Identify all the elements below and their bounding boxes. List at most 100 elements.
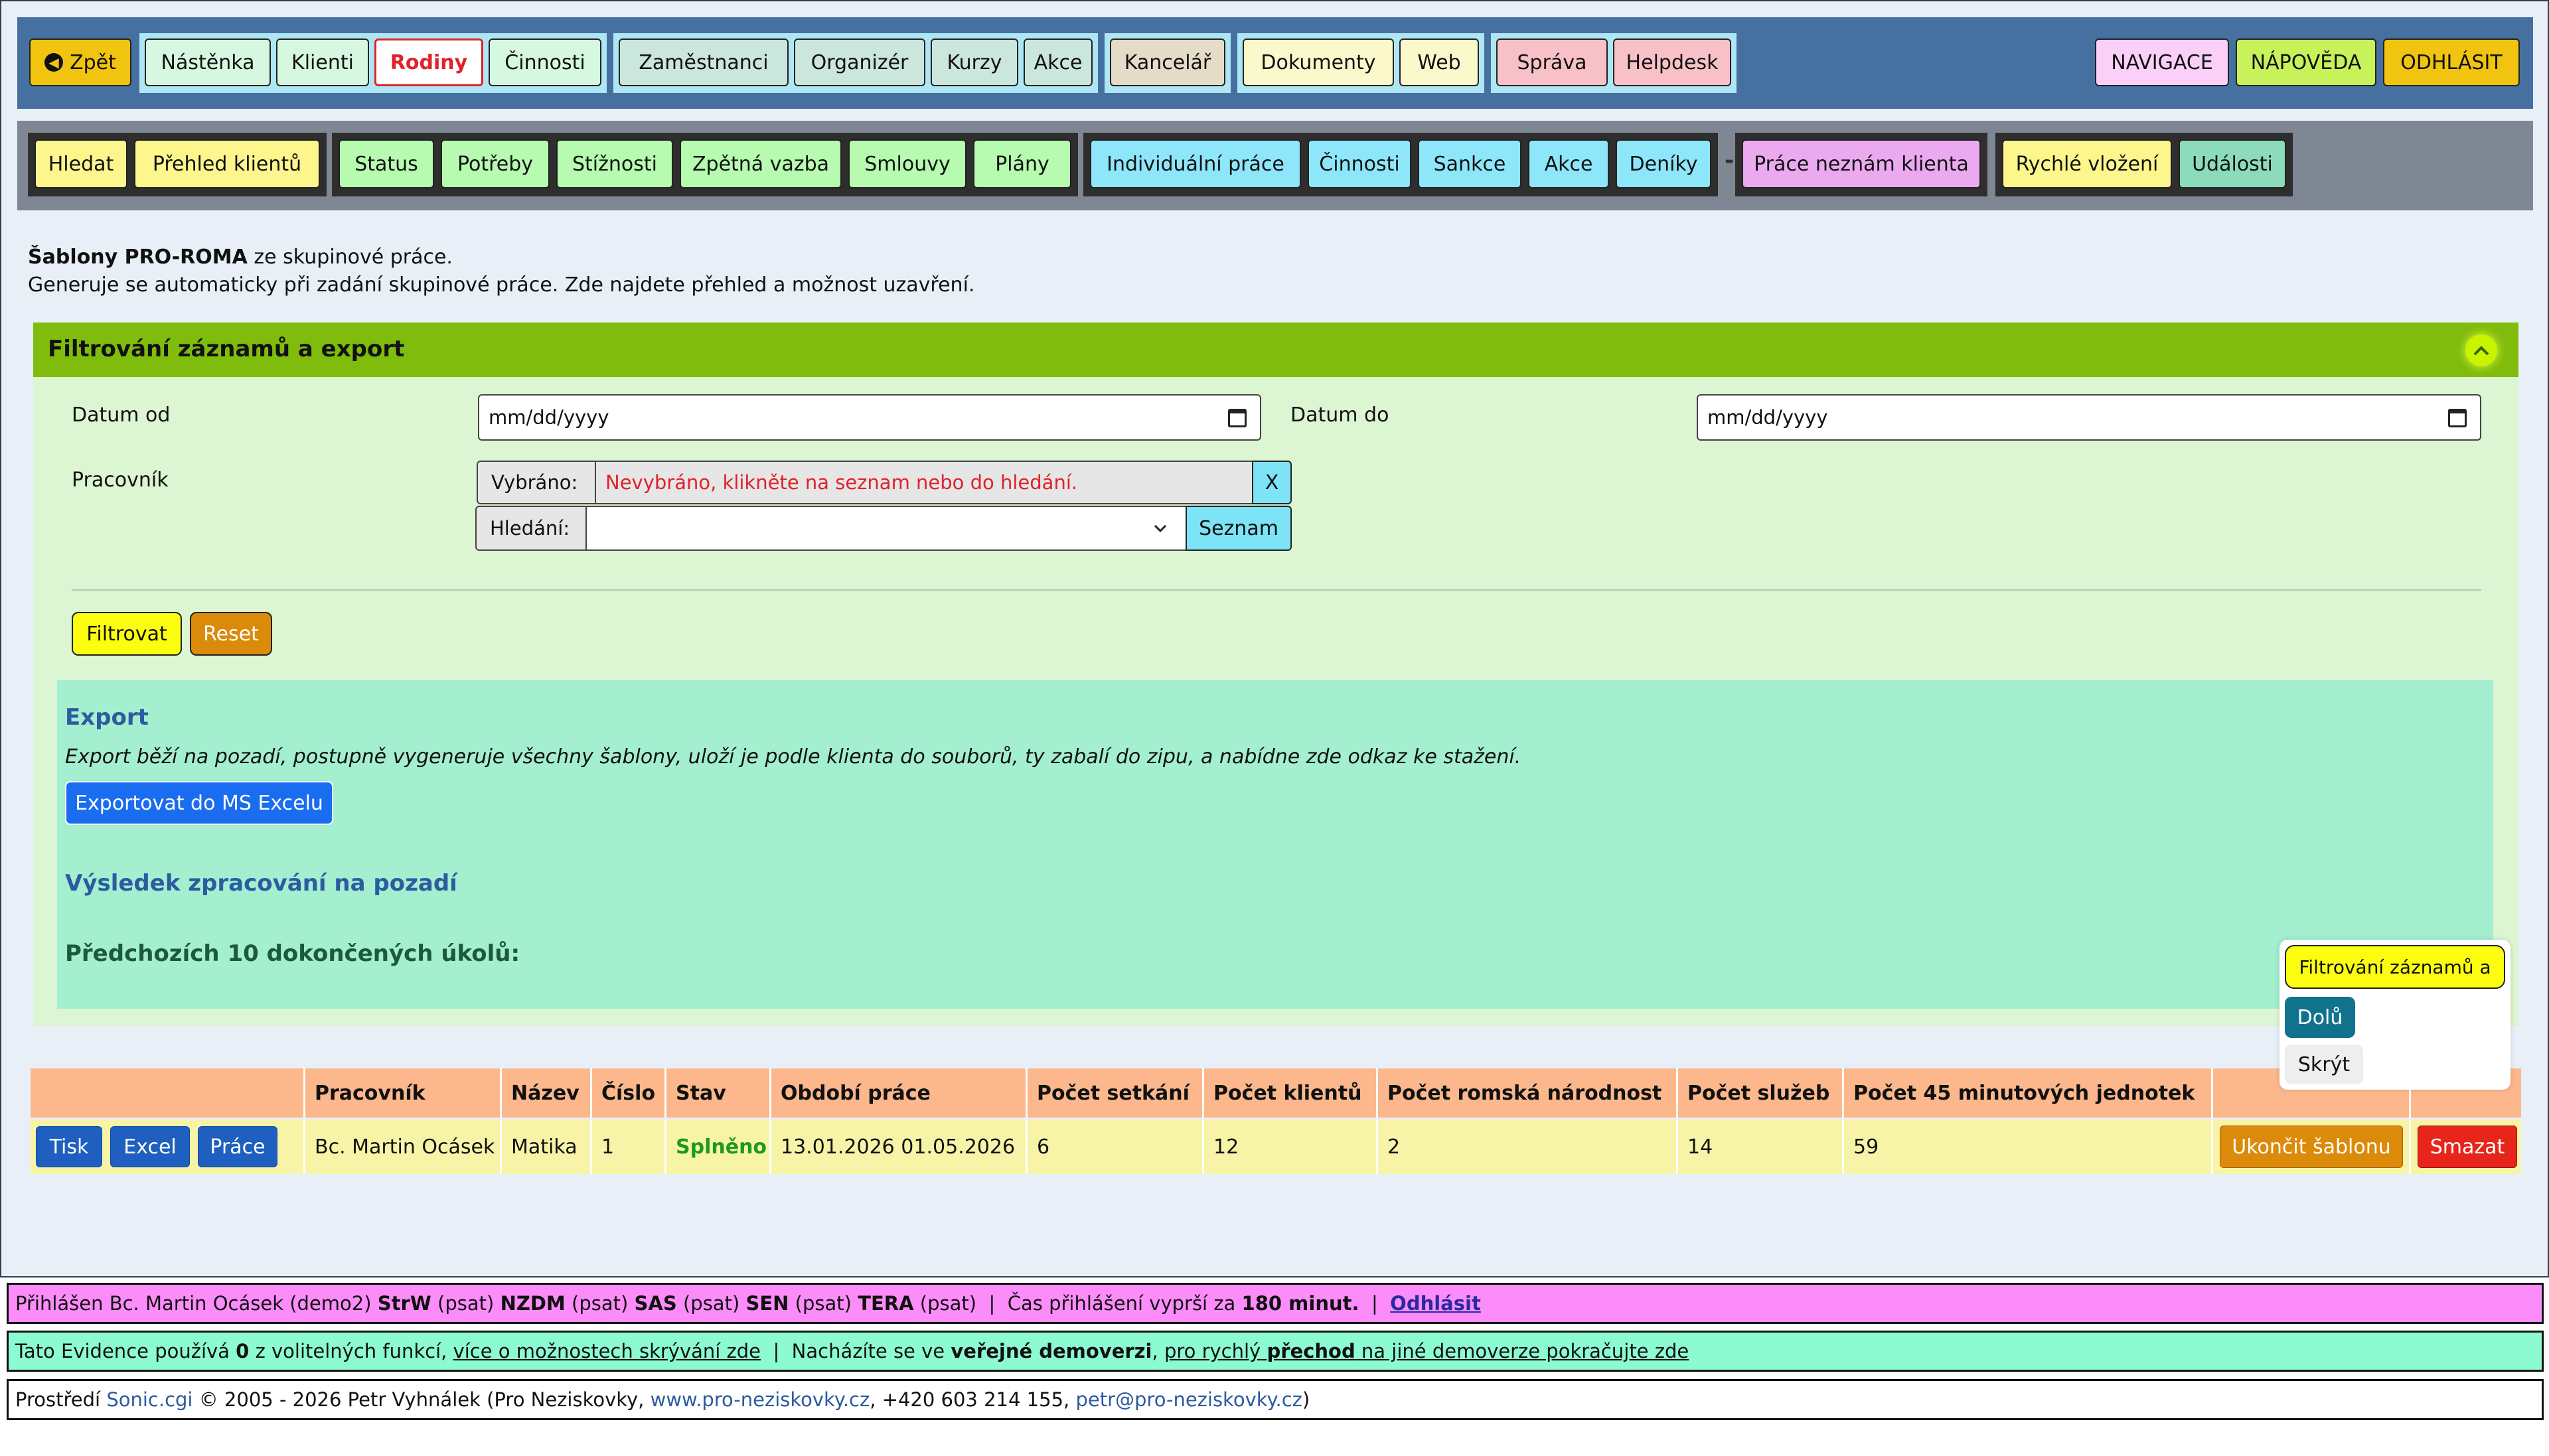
nav-rodiny-active[interactable]: Rodiny — [374, 38, 483, 86]
back-button[interactable]: ◀ Zpět — [29, 38, 131, 86]
float-down-button[interactable]: Dolů — [2285, 997, 2355, 1038]
back-label: Zpět — [70, 50, 116, 74]
nav-kancelar[interactable]: Kancelář — [1110, 38, 1225, 86]
nav-klienti[interactable]: Klienti — [276, 38, 369, 86]
subnav-plany[interactable]: Plány — [973, 139, 1071, 188]
subnav-individualni-prace[interactable]: Individuální práce — [1090, 139, 1301, 188]
date-to-value: mm/dd/yyyy — [1707, 406, 1828, 429]
email-link[interactable]: petr@pro-neziskovky.cz — [1075, 1388, 1302, 1411]
copyright-text-a: Prostředí — [15, 1388, 101, 1411]
nav-sprava[interactable]: Správa — [1496, 38, 1608, 86]
floating-quick-menu: Filtrování záznamů a Dolů Skrýt — [2279, 940, 2510, 1090]
page-title-bold: Šablony PRO-ROMA — [28, 246, 248, 269]
subnav-prehled-klientu[interactable]: Přehled klientů — [134, 139, 320, 188]
nav-akce[interactable]: Akce — [1024, 38, 1093, 86]
selected-worker-text: Nevybráno, klikněte na seznam nebo do hl… — [605, 471, 1078, 494]
info-public-demo: veřejné demoverzi — [951, 1340, 1152, 1362]
copyright-text-b: © 2005 - 2026 Petr Vyhnálek (Pro Nezisko… — [198, 1388, 645, 1411]
copyright-text-d: ) — [1302, 1388, 1310, 1411]
other-demo-link[interactable]: pro rychlý přechod na jiné demoverze pok… — [1164, 1340, 1689, 1362]
search-prefix-text: Hledání: — [490, 517, 570, 540]
role-code: StrW — [377, 1292, 431, 1315]
subnav-udalosti[interactable]: Události — [2179, 139, 2286, 188]
subnav-prace-neznam-klienta[interactable]: Práce neznám klienta — [1742, 139, 1981, 188]
sonic-link[interactable]: Sonic.cgi — [106, 1388, 193, 1411]
subnav-akce[interactable]: Akce — [1528, 139, 1609, 188]
session-expire-text: Čas přihlášení vyprší za — [1007, 1292, 1236, 1315]
filter-button[interactable]: Filtrovat — [72, 612, 182, 656]
info-comma: , — [1152, 1340, 1158, 1362]
arrow-left-icon: ◀ — [44, 53, 64, 72]
work-button[interactable]: Práce — [198, 1126, 277, 1167]
row-end-cell: Ukončit šablonu — [2213, 1120, 2411, 1174]
nav-web[interactable]: Web — [1399, 38, 1479, 86]
footer-separator: | — [773, 1340, 780, 1362]
nav-organizer[interactable]: Organizér — [794, 38, 925, 86]
calendar-icon[interactable] — [1228, 409, 1247, 427]
table-header-roma: Počet romská národnost — [1378, 1068, 1678, 1118]
selected-worker-value: Nevybráno, klikněte na seznam nebo do hl… — [595, 461, 1253, 504]
role-mode: (psat) — [795, 1292, 852, 1315]
help-button[interactable]: NÁPOVĚDA — [2236, 38, 2376, 86]
row-units: 59 — [1844, 1120, 2213, 1174]
float-filter-link[interactable]: Filtrování záznamů a — [2285, 945, 2505, 989]
row-services: 14 — [1678, 1120, 1844, 1174]
role-code: TERA — [858, 1292, 914, 1315]
page-title: Šablony PRO-ROMA ze skupinové práce. — [28, 246, 453, 269]
navigation-button[interactable]: NAVIGACE — [2095, 38, 2229, 86]
table-header-units: Počet 45 minutových jednotek — [1844, 1068, 2213, 1118]
export-excel-button[interactable]: Exportovat do MS Excelu — [65, 781, 333, 825]
subnav-deniky[interactable]: Deníky — [1616, 139, 1711, 188]
nav-nastenka[interactable]: Nástěnka — [145, 38, 271, 86]
nav-dokumenty[interactable]: Dokumenty — [1243, 38, 1394, 86]
date-to-input[interactable]: mm/dd/yyyy — [1697, 394, 2481, 441]
role-code: SEN — [745, 1292, 789, 1315]
date-from-input[interactable]: mm/dd/yyyy — [478, 394, 1261, 441]
website-link[interactable]: www.pro-neziskovky.cz — [651, 1388, 870, 1411]
footer-logout-link[interactable]: Odhlásit — [1390, 1292, 1481, 1315]
calendar-icon[interactable] — [2448, 409, 2467, 427]
subnav-potreby[interactable]: Potřeby — [441, 139, 550, 188]
results-table: Pracovník Název Číslo Stav Období práce … — [31, 1068, 2521, 1175]
collapse-chevron-icon[interactable] — [2465, 334, 2497, 366]
worker-search-select[interactable] — [585, 506, 1187, 551]
nav-cinnosti[interactable]: Činnosti — [489, 38, 601, 86]
nav-helpdesk[interactable]: Helpdesk — [1613, 38, 1731, 86]
print-button[interactable]: Tisk — [36, 1126, 102, 1167]
selected-prefix: Vybráno: — [477, 461, 596, 504]
row-name: Matika — [502, 1120, 592, 1174]
info-text-b: z volitelných funkcí, — [255, 1340, 447, 1362]
reset-button[interactable]: Reset — [190, 612, 272, 656]
copyright-text-c: , +420 603 214 155, — [870, 1388, 1070, 1411]
page-description: Generuje se automaticky při zadání skupi… — [28, 273, 975, 297]
clear-selection-button[interactable]: X — [1252, 461, 1292, 504]
float-hide-button[interactable]: Skrýt — [2285, 1045, 2363, 1084]
logout-button[interactable]: ODHLÁSIT — [2383, 38, 2520, 86]
chevron-down-icon[interactable] — [1151, 519, 1170, 542]
role-mode: (psat) — [437, 1292, 495, 1315]
excel-button[interactable]: Excel — [110, 1126, 190, 1167]
export-section: Export Export běží na pozadí, postupně v… — [57, 680, 2493, 1009]
table-header-worker: Pracovník — [305, 1068, 502, 1118]
subnav-cinnosti[interactable]: Činnosti — [1308, 139, 1411, 188]
subnav-zpetna-vazba[interactable]: Zpětná vazba — [680, 139, 842, 188]
nav-zamestnanci[interactable]: Zaměstnanci — [619, 38, 789, 86]
table-header-clients: Počet klientů — [1204, 1068, 1378, 1118]
filter-panel-header[interactable]: Filtrování záznamů a export — [33, 323, 2518, 377]
subnav-stiznosti[interactable]: Stížnosti — [556, 139, 673, 188]
worker-list-button[interactable]: Seznam — [1186, 506, 1292, 551]
delete-button[interactable]: Smazat — [2418, 1126, 2517, 1168]
other-demo-link-c: na jiné demoverze pokračujte zde — [1361, 1340, 1689, 1362]
subnav-smlouvy[interactable]: Smlouvy — [848, 139, 966, 188]
hiding-options-link[interactable]: více o možnostech skrývání zde — [453, 1340, 761, 1362]
subnav-rychle-vlozeni[interactable]: Rychlé vložení — [2002, 139, 2172, 188]
end-template-button[interactable]: Ukončit šablonu — [2220, 1126, 2403, 1168]
subnav-status[interactable]: Status — [339, 139, 434, 188]
subnav-sankce[interactable]: Sankce — [1418, 139, 1521, 188]
subnav-hledat[interactable]: Hledat — [35, 139, 127, 188]
subnav-separator: - — [1725, 147, 1735, 174]
role-code: SAS — [634, 1292, 677, 1315]
other-demo-link-b: přechod — [1267, 1340, 1355, 1362]
table-header-status: Stav — [666, 1068, 771, 1118]
nav-kurzy[interactable]: Kurzy — [931, 38, 1018, 86]
